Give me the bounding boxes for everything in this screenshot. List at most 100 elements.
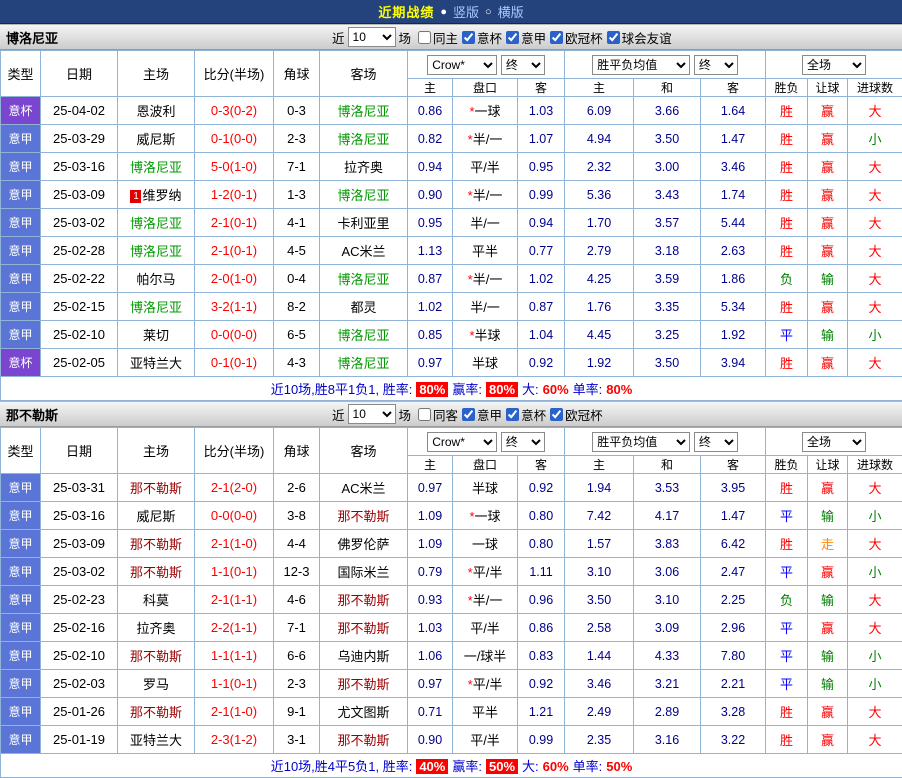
avg-time-select[interactable]: 终: [694, 432, 738, 452]
avg-odds-select[interactable]: 胜平负均值: [592, 55, 690, 75]
checkbox-input[interactable]: [418, 408, 431, 421]
home-team-link[interactable]: 1维罗纳: [118, 181, 195, 209]
away-team-link[interactable]: 尤文图斯: [320, 698, 408, 726]
radio-unselected-icon[interactable]: ○: [485, 6, 492, 18]
odds-time-select[interactable]: 终: [501, 432, 545, 452]
away-team-link[interactable]: AC米兰: [320, 237, 408, 265]
checkbox-input[interactable]: [607, 31, 620, 44]
match-row: 意甲25-02-15博洛尼亚3-2(1-1)8-2都灵1.02半/一0.871.…: [1, 293, 902, 321]
filter-checkbox[interactable]: 欧冠杯: [546, 405, 603, 424]
away-team-link[interactable]: 都灵: [320, 293, 408, 321]
filter-checkbox[interactable]: 意杯: [502, 405, 546, 424]
away-team-link[interactable]: 博洛尼亚: [320, 321, 408, 349]
away-team-link[interactable]: 博洛尼亚: [320, 349, 408, 377]
home-team-link[interactable]: 亚特兰大: [118, 726, 195, 754]
checkbox-input[interactable]: [462, 408, 475, 421]
home-team-link[interactable]: 威尼斯: [118, 125, 195, 153]
home-team-link[interactable]: 恩波利: [118, 97, 195, 125]
away-team-link[interactable]: 博洛尼亚: [320, 181, 408, 209]
scope-select[interactable]: 全场: [802, 55, 866, 75]
checkbox-input[interactable]: [550, 31, 563, 44]
away-team-link[interactable]: 博洛尼亚: [320, 265, 408, 293]
avg-home-odds: 1.76: [565, 293, 634, 321]
filter-checkbox[interactable]: 意甲: [502, 28, 546, 47]
filter-checkbox[interactable]: 意杯: [458, 28, 502, 47]
match-row: 意甲25-02-22帕尔马2-0(1-0)0-4博洛尼亚0.87*半/一1.02…: [1, 265, 902, 293]
summary-row: 近10场,胜8平1负1, 胜率:80%赢率:80%大:60%单率:80%: [1, 377, 902, 401]
checkbox-input[interactable]: [506, 31, 519, 44]
home-team-link[interactable]: 博洛尼亚: [118, 153, 195, 181]
home-team-link[interactable]: 科莫: [118, 586, 195, 614]
result-handicap: 输: [808, 265, 848, 293]
home-team-link[interactable]: 那不勒斯: [118, 530, 195, 558]
avg-odds-select[interactable]: 胜平负均值: [592, 432, 690, 452]
home-team-link[interactable]: 威尼斯: [118, 502, 195, 530]
home-team-link[interactable]: 帕尔马: [118, 265, 195, 293]
home-team-link[interactable]: 拉齐奥: [118, 614, 195, 642]
filter-checkbox[interactable]: 同主: [414, 28, 458, 47]
filter-checkbox[interactable]: 意甲: [458, 405, 502, 424]
layout-option-horizontal[interactable]: 横版: [498, 2, 524, 21]
away-team-link[interactable]: 乌迪内斯: [320, 642, 408, 670]
home-team-link[interactable]: 那不勒斯: [118, 558, 195, 586]
filter-checkbox[interactable]: 同客: [414, 405, 458, 424]
home-team-link[interactable]: 莱切: [118, 321, 195, 349]
away-team-link[interactable]: 拉齐奥: [320, 153, 408, 181]
radio-selected-icon[interactable]: ●: [440, 6, 447, 18]
home-team-link[interactable]: 罗马: [118, 670, 195, 698]
layout-option-vertical[interactable]: 竖版: [453, 2, 479, 21]
home-team-link[interactable]: 那不勒斯: [118, 698, 195, 726]
away-team-link[interactable]: 国际米兰: [320, 558, 408, 586]
avg-draw-odds: 4.17: [634, 502, 701, 530]
match-count-select[interactable]: 10: [348, 27, 396, 47]
odds-time-select[interactable]: 终: [501, 55, 545, 75]
result-handicap: 赢: [808, 614, 848, 642]
scope-select[interactable]: 全场: [802, 432, 866, 452]
result-handicap: 输: [808, 670, 848, 698]
home-odds: 0.90: [408, 726, 453, 754]
bookmaker-select[interactable]: Crow*: [427, 432, 497, 452]
result-wdl: 平: [766, 642, 808, 670]
avg-away-odds: 2.21: [701, 670, 766, 698]
handicap: 平半: [453, 237, 518, 265]
filter-checkbox[interactable]: 球会友谊: [603, 28, 672, 47]
away-team-link[interactable]: 博洛尼亚: [320, 97, 408, 125]
away-team-link[interactable]: 那不勒斯: [320, 502, 408, 530]
checkbox-input[interactable]: [550, 408, 563, 421]
avg-away-odds: 2.25: [701, 586, 766, 614]
avg-away-odds: 2.47: [701, 558, 766, 586]
away-team-link[interactable]: 那不勒斯: [320, 670, 408, 698]
avg-time-select[interactable]: 终: [694, 55, 738, 75]
home-team-link[interactable]: 那不勒斯: [118, 642, 195, 670]
home-team-link[interactable]: 亚特兰大: [118, 349, 195, 377]
away-team-link[interactable]: 那不勒斯: [320, 586, 408, 614]
summary-text: 近10场,胜4平5负1, 胜率:: [271, 759, 413, 774]
filter-checkbox[interactable]: 欧冠杯: [546, 28, 603, 47]
competition-type: 意甲: [1, 265, 41, 293]
match-date: 25-03-29: [41, 125, 118, 153]
away-team-link[interactable]: 博洛尼亚: [320, 125, 408, 153]
home-team-link[interactable]: 博洛尼亚: [118, 293, 195, 321]
away-team-link[interactable]: 卡利亚里: [320, 209, 408, 237]
away-team-link[interactable]: 那不勒斯: [320, 726, 408, 754]
checkbox-input[interactable]: [462, 31, 475, 44]
match-row: 意甲25-02-28博洛尼亚2-1(0-1)4-5AC米兰1.13平半0.772…: [1, 237, 902, 265]
home-team-link[interactable]: 博洛尼亚: [118, 237, 195, 265]
col-date: 日期: [41, 51, 118, 97]
scope-header-cell: 全场: [766, 51, 902, 79]
result-wdl: 胜: [766, 293, 808, 321]
avg-home-odds: 2.58: [565, 614, 634, 642]
checkbox-input[interactable]: [418, 31, 431, 44]
away-team-link[interactable]: 那不勒斯: [320, 614, 408, 642]
bookmaker-select[interactable]: Crow*: [427, 55, 497, 75]
match-date: 25-03-02: [41, 558, 118, 586]
favorite-star-icon: *: [468, 132, 473, 147]
match-count-select[interactable]: 10: [348, 404, 396, 424]
result-goals: 大: [848, 293, 902, 321]
away-team-link[interactable]: AC米兰: [320, 474, 408, 502]
home-team-link[interactable]: 那不勒斯: [118, 474, 195, 502]
checkbox-input[interactable]: [506, 408, 519, 421]
away-team-link[interactable]: 佛罗伦萨: [320, 530, 408, 558]
avg-odds-header-cell: 胜平负均值 终: [565, 428, 766, 456]
home-team-link[interactable]: 博洛尼亚: [118, 209, 195, 237]
